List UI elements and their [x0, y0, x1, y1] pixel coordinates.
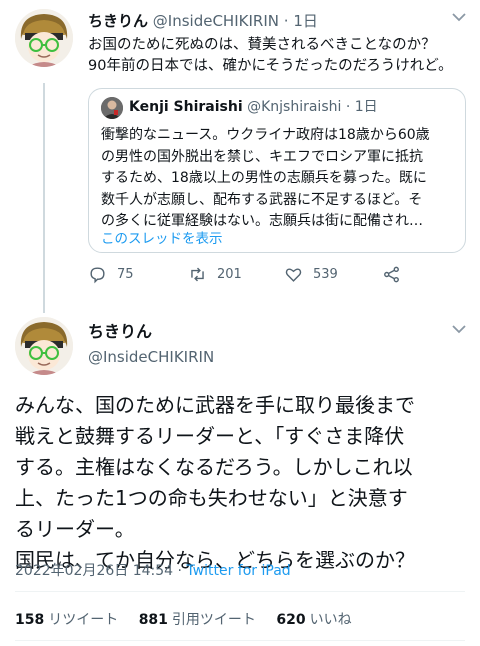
divider	[15, 640, 465, 641]
like-button[interactable]: 539	[284, 265, 338, 284]
quoted-text-line: するため、18歳以上の男性の志願兵を募った。既に	[101, 170, 427, 186]
quoted-display-name: Kenji Shiraishi	[129, 99, 243, 115]
more-options-icon[interactable]	[452, 10, 466, 26]
user-handle[interactable]: @InsideCHIKIRIN	[153, 12, 279, 30]
likes-label: いいね	[309, 612, 352, 628]
tweet-text-line: 90年前の日本では、確かにそうだったのだろうけれど。	[88, 58, 453, 74]
quotes-count: 881	[138, 612, 168, 628]
quotes-stat[interactable]: 881 引用ツイート	[139, 612, 256, 628]
tweet-time[interactable]: 1日	[293, 12, 318, 30]
tweet-source[interactable]: Twitter for iPad	[186, 563, 290, 579]
share-button[interactable]	[382, 265, 401, 284]
likes-stat[interactable]: 620 いいね	[276, 612, 351, 628]
avatar[interactable]	[15, 317, 73, 375]
tweet-timestamp[interactable]: 2022年02月26日 14:54	[15, 563, 173, 579]
person-photo-icon	[101, 97, 123, 119]
user-handle[interactable]: @InsideCHIKIRIN	[88, 348, 214, 366]
retweet-icon	[191, 267, 204, 282]
separator-dot: ·	[345, 99, 351, 115]
separator-dot: ·	[177, 563, 182, 579]
tweet-text-line: 上、たった1つの命も失わせない」と決意す	[15, 486, 408, 510]
quoted-text: 衝撃的なニュース。ウクライナ政府は18歳から60歳 の男性の国外脱出を禁じ、キエ…	[101, 125, 459, 233]
quoted-avatar	[101, 97, 123, 119]
quoted-text-line: 数千人が志願し、配布する武器に不足するほど。そ	[101, 191, 423, 208]
tweet-text-line: みんな、国のために武器を手に取り最後まで	[15, 393, 415, 417]
divider	[15, 591, 465, 592]
quoted-text-line: 衝撃的なニュース。ウクライナ政府は18歳から60歳	[101, 127, 430, 143]
engagement-stats: 158 リツイート 881 引用ツイート 620 いいね	[15, 609, 368, 629]
avatar-illustration-icon	[15, 317, 73, 375]
tweet-meta: 2022年02月26日 14:54 · Twitter for iPad	[15, 560, 291, 580]
quoted-header: Kenji Shiraishi @Knjshiraishi · 1日	[129, 96, 378, 116]
quoted-text-line: の男性の国外脱出を禁じ、キエフでロシア軍に抵抗	[101, 148, 423, 165]
display-name[interactable]: ちきりん	[88, 12, 148, 30]
retweets-stat[interactable]: 158 リツイート	[15, 612, 118, 628]
tweet-text-line: 戦えと鼓舞するリーダーと、「すぐさま降伏	[15, 424, 405, 448]
more-options-icon[interactable]	[452, 322, 466, 338]
quoted-tweet[interactable]: Kenji Shiraishi @Knjshiraishi · 1日 衝撃的なニ…	[88, 88, 466, 253]
reply-button[interactable]: 75	[88, 265, 134, 284]
thread-connector-line	[43, 83, 45, 313]
retweet-button[interactable]: 201	[188, 265, 242, 284]
share-icon	[384, 266, 399, 283]
show-thread-link[interactable]: このスレッドを表示	[101, 227, 223, 247]
retweets-count: 158	[15, 612, 45, 628]
tweet-text-line: する。主権はなくなるだろう。しかしこれ以	[15, 455, 413, 479]
tweet-text: みんな、国のために武器を手に取り最後まで 戦えと鼓舞するリーダーと、「すぐさま降…	[15, 390, 470, 576]
avatar-illustration-icon	[15, 9, 73, 67]
quotes-label: 引用ツイート	[171, 612, 256, 628]
tweet-actions: 75 201 539	[88, 265, 448, 289]
display-name[interactable]: ちきりん	[88, 318, 152, 342]
separator-dot: ·	[283, 12, 289, 30]
like-icon	[285, 268, 302, 282]
quoted-time: 1日	[354, 99, 378, 115]
tweet-text-line: お国のために死ぬのは、賛美されるべきことなのか？	[88, 37, 436, 53]
retweets-label: リツイート	[48, 612, 119, 628]
quoted-handle: @Knjshiraishi	[247, 99, 342, 115]
reply-count: 75	[117, 267, 134, 282]
reply-icon	[90, 267, 105, 284]
likes-count: 620	[276, 612, 306, 628]
tweet-text: お国のために死ぬのは、賛美されるべきことなのか？ 90年前の日本では、確かにそう…	[88, 35, 453, 77]
like-count: 539	[313, 267, 338, 282]
tweet-text-line: るリーダー。	[15, 517, 135, 541]
retweet-count: 201	[217, 267, 242, 282]
avatar[interactable]	[15, 9, 73, 67]
tweet-header: ちきりん @InsideCHIKIRIN · 1日	[88, 10, 318, 31]
